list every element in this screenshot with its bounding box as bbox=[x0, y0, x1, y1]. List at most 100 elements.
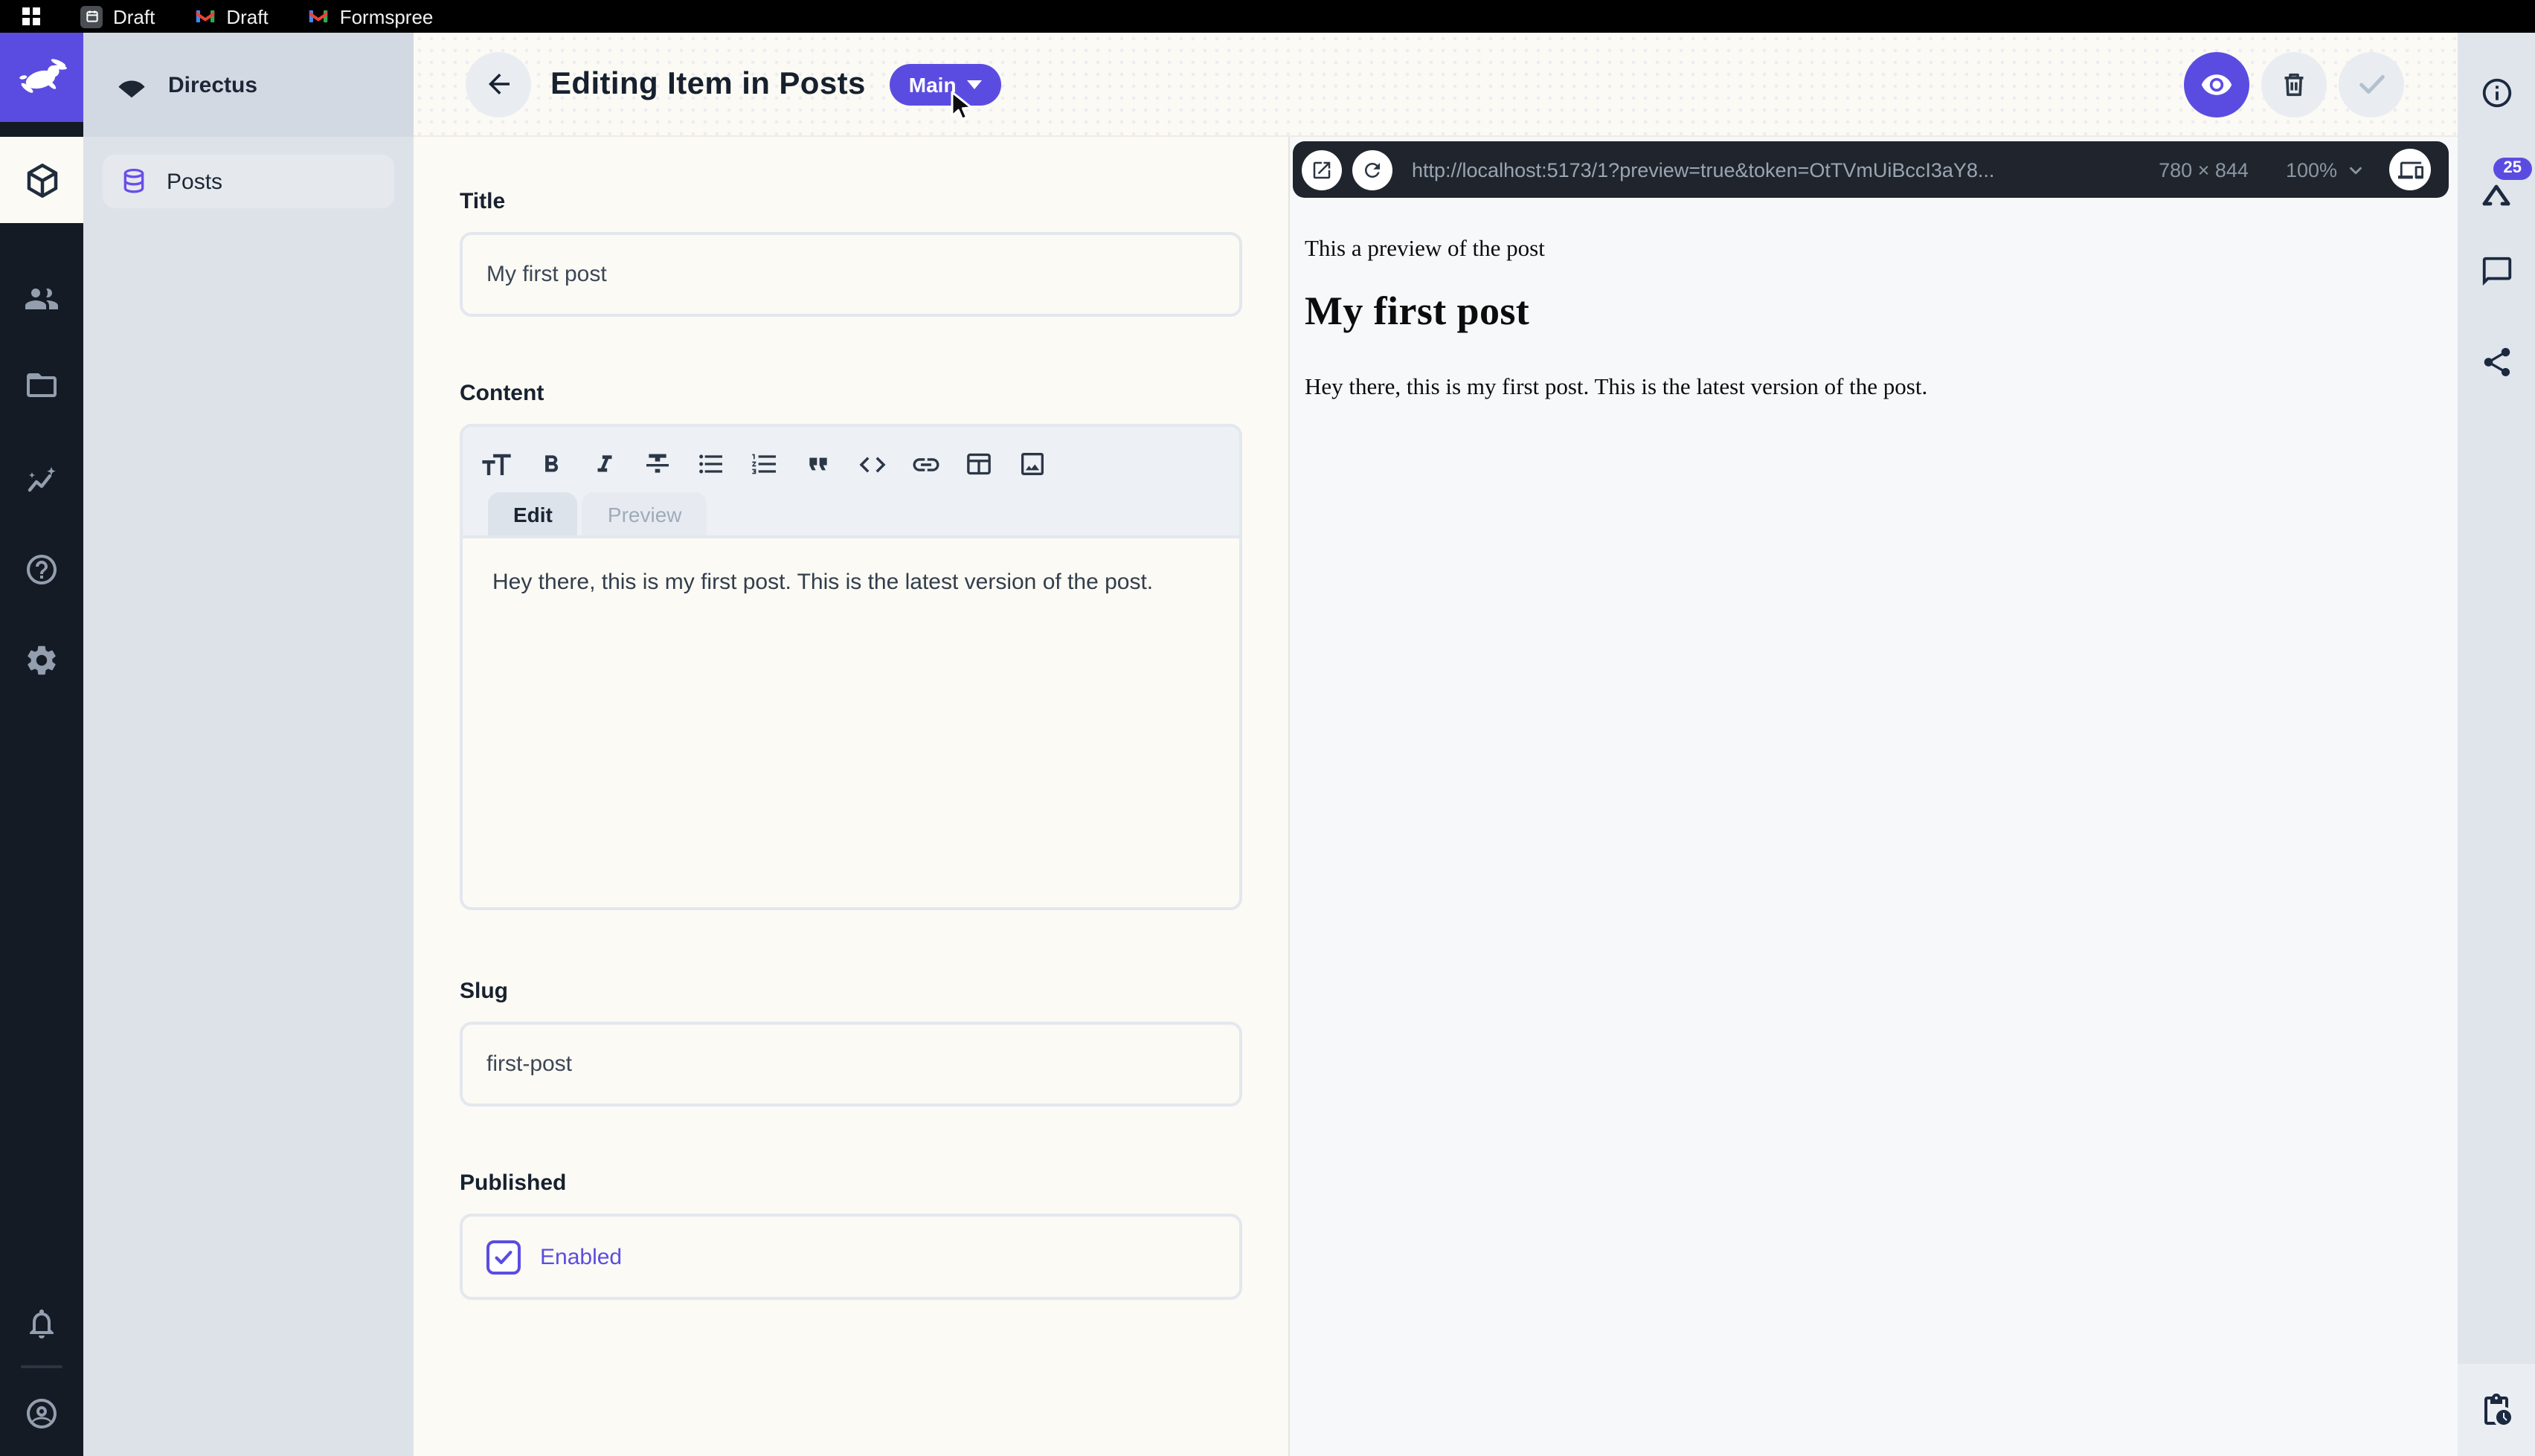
account-circle-icon[interactable] bbox=[24, 1395, 60, 1431]
eye-icon bbox=[2200, 68, 2233, 100]
text-size-icon[interactable] bbox=[481, 448, 513, 480]
info-sidebar-button[interactable] bbox=[2478, 74, 2514, 110]
gmail-favicon bbox=[309, 6, 330, 27]
preview-url-bar: http://localhost:5173/1?preview=true&tok… bbox=[1293, 141, 2449, 198]
tab-edit[interactable]: Edit bbox=[488, 492, 578, 535]
module-bar bbox=[0, 33, 83, 1456]
italic-icon[interactable] bbox=[588, 448, 620, 480]
save-button[interactable] bbox=[2339, 51, 2404, 117]
published-checkbox[interactable] bbox=[486, 1240, 521, 1274]
project-logo-icon bbox=[115, 68, 149, 102]
module-help[interactable] bbox=[24, 552, 60, 587]
project-header[interactable]: Directus bbox=[83, 33, 414, 137]
nav-sidebar: Directus Posts bbox=[83, 33, 414, 1456]
refresh-preview-button[interactable] bbox=[1352, 149, 1392, 190]
notifications-bell-icon[interactable] bbox=[24, 1306, 60, 1341]
nav-item-posts[interactable]: Posts bbox=[103, 155, 394, 208]
comment-icon bbox=[2479, 254, 2513, 288]
item-form: Title My first post Content bbox=[414, 137, 1290, 1456]
title-value: My first post bbox=[486, 262, 607, 287]
device-frame-button[interactable] bbox=[2389, 149, 2431, 190]
module-insights[interactable] bbox=[24, 463, 60, 498]
field-content-label: Content bbox=[460, 381, 1288, 406]
editor-toolbar: Edit Preview bbox=[463, 427, 1239, 538]
module-content-active[interactable] bbox=[0, 137, 83, 223]
blockquote-icon[interactable] bbox=[802, 448, 835, 480]
field-published-label: Published bbox=[460, 1170, 1288, 1196]
tab-label: Formspree bbox=[340, 5, 434, 28]
content-module-cube-icon bbox=[22, 160, 62, 200]
bullet-list-icon[interactable] bbox=[695, 448, 727, 480]
editor-tabs: Edit Preview bbox=[481, 492, 1221, 535]
image-icon[interactable] bbox=[1016, 448, 1049, 480]
live-preview-panel: http://localhost:5173/1?preview=true&tok… bbox=[1290, 137, 2458, 1456]
open-in-new-tab-button[interactable] bbox=[1302, 149, 1342, 190]
module-bar-divider bbox=[21, 1365, 62, 1368]
share-sidebar-button[interactable] bbox=[2478, 344, 2514, 379]
field-slug: Slug first-post bbox=[460, 979, 1288, 1107]
tab-preview[interactable]: Preview bbox=[582, 492, 707, 535]
mouse-cursor bbox=[946, 91, 976, 126]
gmail-favicon bbox=[195, 6, 216, 27]
pending-tasks-button[interactable] bbox=[2478, 1392, 2514, 1428]
content-textarea[interactable]: Hey there, this is my first post. This i… bbox=[463, 538, 1239, 907]
checkbox-check-icon bbox=[492, 1246, 515, 1268]
link-icon[interactable] bbox=[909, 448, 942, 480]
clipboard-clock-icon bbox=[2478, 1392, 2514, 1428]
zoom-value: 100% bbox=[2286, 158, 2337, 181]
project-name: Directus bbox=[168, 72, 257, 97]
right-sidebar: 25 bbox=[2458, 33, 2535, 1456]
directus-rabbit-icon bbox=[15, 51, 68, 104]
field-content: Content bbox=[460, 381, 1288, 910]
markdown-editor: Edit Preview Hey there, this is my first… bbox=[460, 424, 1242, 910]
published-field-box: Enabled bbox=[460, 1214, 1242, 1300]
delete-button[interactable] bbox=[2261, 51, 2327, 117]
trash-icon bbox=[2279, 69, 2309, 99]
external-link-icon bbox=[1311, 158, 1333, 181]
module-users[interactable] bbox=[24, 281, 60, 317]
chevron-down-icon bbox=[967, 80, 982, 88]
app-root: Draft Draft Formspree bbox=[0, 0, 2535, 1456]
page-title: Editing Item in Posts bbox=[550, 66, 866, 102]
version-dropdown-button[interactable]: Main bbox=[890, 63, 1001, 105]
title-input[interactable]: My first post bbox=[460, 232, 1242, 317]
browser-tab-strip: Draft Draft Formspree bbox=[0, 0, 2535, 33]
slug-input[interactable]: first-post bbox=[460, 1022, 1242, 1107]
browser-tab-draft-1[interactable]: Draft bbox=[80, 5, 155, 28]
preview-url[interactable]: http://localhost:5173/1?preview=true&tok… bbox=[1412, 158, 1994, 181]
browser-tab-formspree[interactable]: Formspree bbox=[309, 5, 434, 28]
share-icon bbox=[2479, 344, 2513, 379]
page-header: Editing Item in Posts Main bbox=[414, 33, 2458, 137]
sidebar-bottom-section bbox=[2458, 1364, 2535, 1456]
chevron-down-icon bbox=[2346, 160, 2365, 179]
bold-icon[interactable] bbox=[534, 448, 567, 480]
module-files[interactable] bbox=[24, 367, 60, 403]
tab-label: Draft bbox=[113, 5, 155, 28]
devices-icon bbox=[2397, 157, 2423, 182]
field-title: Title My first post bbox=[460, 189, 1288, 317]
preview-heading: My first post bbox=[1305, 289, 2437, 335]
slug-value: first-post bbox=[486, 1051, 572, 1077]
comments-sidebar-button[interactable] bbox=[2478, 253, 2514, 289]
revisions-count-badge: 25 bbox=[2493, 158, 2533, 180]
browser-tab-draft-2[interactable]: Draft bbox=[195, 5, 268, 28]
back-button[interactable] bbox=[466, 51, 531, 117]
published-checkbox-label: Enabled bbox=[540, 1244, 622, 1269]
zoom-select[interactable]: 100% bbox=[2286, 158, 2365, 181]
module-settings[interactable] bbox=[24, 642, 60, 678]
check-icon bbox=[2354, 67, 2388, 101]
field-published: Published Enabled bbox=[460, 1170, 1288, 1300]
table-icon[interactable] bbox=[963, 448, 995, 480]
nav-item-label: Posts bbox=[167, 169, 222, 194]
strikethrough-icon[interactable] bbox=[641, 448, 674, 480]
info-icon bbox=[2479, 75, 2513, 109]
directus-logo-button[interactable] bbox=[0, 33, 83, 122]
field-title-label: Title bbox=[460, 189, 1288, 214]
preview-page-content: This a preview of the post My first post… bbox=[1293, 198, 2449, 402]
code-icon[interactable] bbox=[855, 448, 888, 480]
preview-toggle-button[interactable] bbox=[2184, 51, 2249, 117]
numbered-list-icon[interactable] bbox=[748, 448, 781, 480]
header-actions bbox=[2184, 51, 2404, 117]
tab-overview-icon[interactable] bbox=[22, 7, 40, 25]
preview-body-text: Hey there, this is my first post. This i… bbox=[1305, 375, 2437, 402]
